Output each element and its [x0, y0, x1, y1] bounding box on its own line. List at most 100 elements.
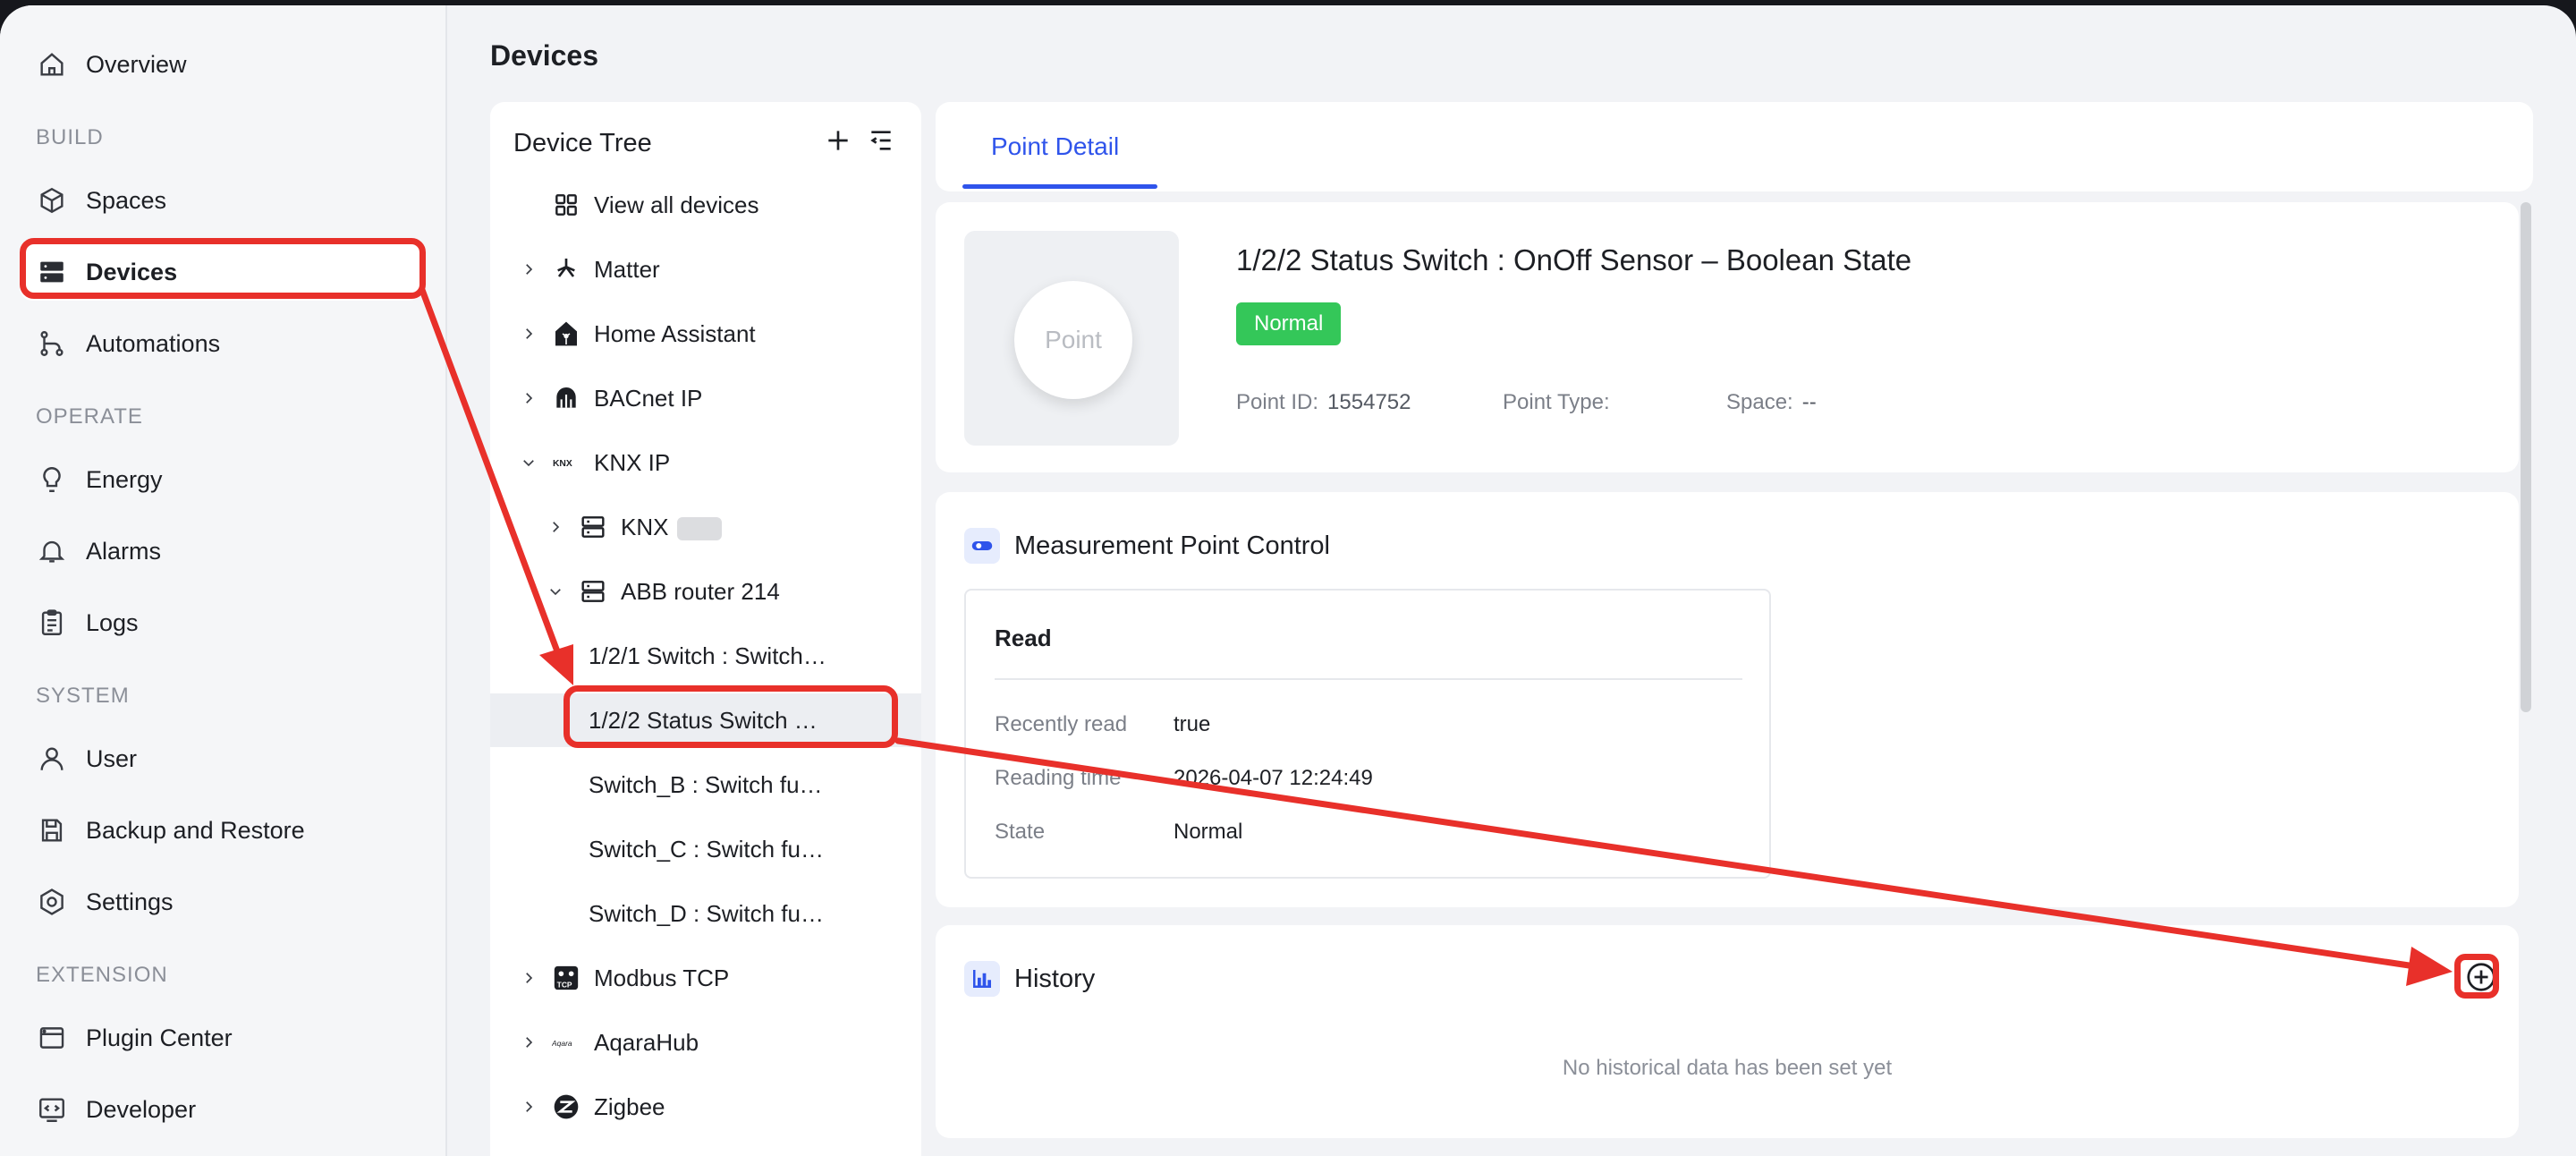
nav-plugin-center-label: Plugin Center [86, 1024, 233, 1051]
save-icon [36, 814, 68, 846]
bell-icon [36, 535, 68, 567]
tree-item-knx[interactable]: KNX [490, 500, 921, 554]
chevron-down-icon[interactable] [519, 453, 538, 472]
active-tab-indicator [962, 184, 1157, 189]
matter-logo-icon [551, 254, 581, 285]
nav-energy-label: Energy [86, 465, 163, 493]
tree-item-view-all[interactable]: View all devices [490, 178, 921, 232]
section-extension: EXTENSION [36, 963, 168, 987]
chevron-right-icon[interactable] [546, 517, 565, 537]
point-placeholder: Point [1014, 281, 1132, 399]
bar-chart-icon [964, 961, 1000, 997]
add-device-button[interactable] [821, 125, 855, 159]
nav-spaces-label: Spaces [86, 186, 167, 214]
knx-logo-icon: KNX [551, 447, 581, 478]
tree-item-modbus[interactable]: TCP Modbus TCP [490, 951, 921, 1005]
tree-item-home-assistant[interactable]: Home Assistant [490, 307, 921, 361]
chevron-right-icon[interactable] [519, 388, 538, 408]
chevron-right-icon[interactable] [519, 259, 538, 279]
collapse-tree-button[interactable] [864, 125, 898, 159]
code-icon [36, 1093, 68, 1126]
plus-icon [824, 126, 852, 159]
tree-item-zigbee[interactable]: Zigbee [490, 1080, 921, 1134]
divider [995, 678, 1742, 680]
user-icon [36, 743, 68, 775]
server-icon [578, 512, 608, 542]
chevron-right-icon[interactable] [519, 1097, 538, 1117]
cube-icon [36, 184, 68, 217]
tree-item-label: Switch_C : Switch fu… [589, 835, 824, 863]
tree-item-knx-ip[interactable]: KNX KNX IP [490, 436, 921, 489]
tree-item-label: Home Assistant [594, 319, 756, 347]
nav-settings-label: Settings [86, 888, 174, 915]
nav-developer-label: Developer [86, 1095, 197, 1123]
bulb-icon [36, 463, 68, 496]
tree-item-matter[interactable]: Matter [490, 242, 921, 296]
nav-alarms-label: Alarms [86, 537, 162, 565]
tree-item-abb-router[interactable]: ABB router 214 [490, 565, 921, 618]
device-tree-title: Device Tree [513, 129, 652, 157]
point-id: Point ID: 1554752 [1236, 390, 1411, 414]
nav-automations-label: Automations [86, 329, 221, 357]
sidebar: Overview BUILD Spaces Devices Automation… [0, 5, 447, 1156]
point-space: Space: -- [1726, 390, 1817, 414]
nav-settings[interactable]: Settings [20, 873, 422, 931]
bacnet-logo-icon [551, 383, 581, 413]
page-title: Devices [490, 39, 598, 72]
clipboard-icon [36, 607, 68, 639]
tree-item-point-1[interactable]: 1/2/1 Switch : Switch… [490, 629, 921, 683]
nav-logs-label: Logs [86, 608, 139, 636]
tree-item-switch-d[interactable]: Switch_D : Switch fu… [490, 887, 921, 940]
chevron-right-icon[interactable] [519, 1033, 538, 1052]
nav-overview[interactable]: Overview [20, 36, 422, 93]
chevron-right-icon[interactable] [519, 968, 538, 988]
section-system: SYSTEM [36, 684, 130, 708]
tree-item-bacnet[interactable]: BACnet IP [490, 371, 921, 425]
svg-text:KNX: KNX [553, 459, 572, 469]
nav-energy[interactable]: Energy [20, 451, 422, 508]
tab-bar: Point Detail [936, 102, 2533, 191]
status-badge: Normal [1236, 302, 1342, 345]
tree-item-label: ABB router 214 [621, 577, 780, 605]
section-operate: OPERATE [36, 404, 143, 429]
tree-item-label: BACnet IP [594, 384, 703, 412]
history-title: History [1014, 965, 1096, 993]
redacted-text [677, 516, 723, 540]
tree-item-switch-c[interactable]: Switch_C : Switch fu… [490, 822, 921, 876]
history-empty-message: No historical data has been set yet [1562, 1056, 1893, 1080]
flow-icon [36, 327, 68, 360]
nav-spaces[interactable]: Spaces [20, 172, 422, 229]
nav-user-label: User [86, 744, 138, 772]
recently-read-value: true [1174, 712, 1211, 736]
tree-item-label: KNX IP [594, 448, 671, 476]
nav-user[interactable]: User [20, 730, 422, 787]
server-icon [578, 576, 608, 607]
tab-point-detail[interactable]: Point Detail [991, 132, 1119, 161]
tree-item-label: Switch_D : Switch fu… [589, 899, 824, 927]
nav-backup-restore[interactable]: Backup and Restore [20, 802, 422, 859]
control-title: Measurement Point Control [1014, 531, 1330, 560]
scrollbar[interactable] [2521, 202, 2531, 712]
nav-developer[interactable]: Developer [20, 1081, 422, 1138]
nav-alarms[interactable]: Alarms [20, 523, 422, 580]
nav-logs[interactable]: Logs [20, 594, 422, 651]
tree-item-switch-b[interactable]: Switch_B : Switch fu… [490, 758, 921, 812]
svg-text:TCP: TCP [557, 980, 572, 989]
tree-item-label: 1/2/1 Switch : Switch… [589, 642, 826, 669]
state-value: Normal [1174, 820, 1243, 844]
reading-time-value: 2026-04-07 12:24:49 [1174, 766, 1373, 790]
chevron-right-icon[interactable] [519, 324, 538, 344]
tree-item-aqarahub[interactable]: Aqara AqaraHub [490, 1016, 921, 1069]
nav-plugin-center[interactable]: Plugin Center [20, 1009, 422, 1067]
chevron-down-icon[interactable] [546, 582, 565, 601]
tree-item-label: KNX [621, 514, 723, 541]
device-tree-panel: Device Tree View all devices Matter Home… [490, 102, 921, 1156]
tree-item-label: View all devices [594, 191, 759, 218]
toggle-icon [964, 528, 1000, 564]
point-image: Point [964, 231, 1179, 446]
zigbee-logo-icon [551, 1092, 581, 1122]
tree-item-label: Zigbee [594, 1092, 665, 1120]
home-assistant-logo-icon [551, 319, 581, 349]
nav-automations[interactable]: Automations [20, 315, 422, 372]
history-card: History No historical data has been set … [936, 925, 2519, 1138]
